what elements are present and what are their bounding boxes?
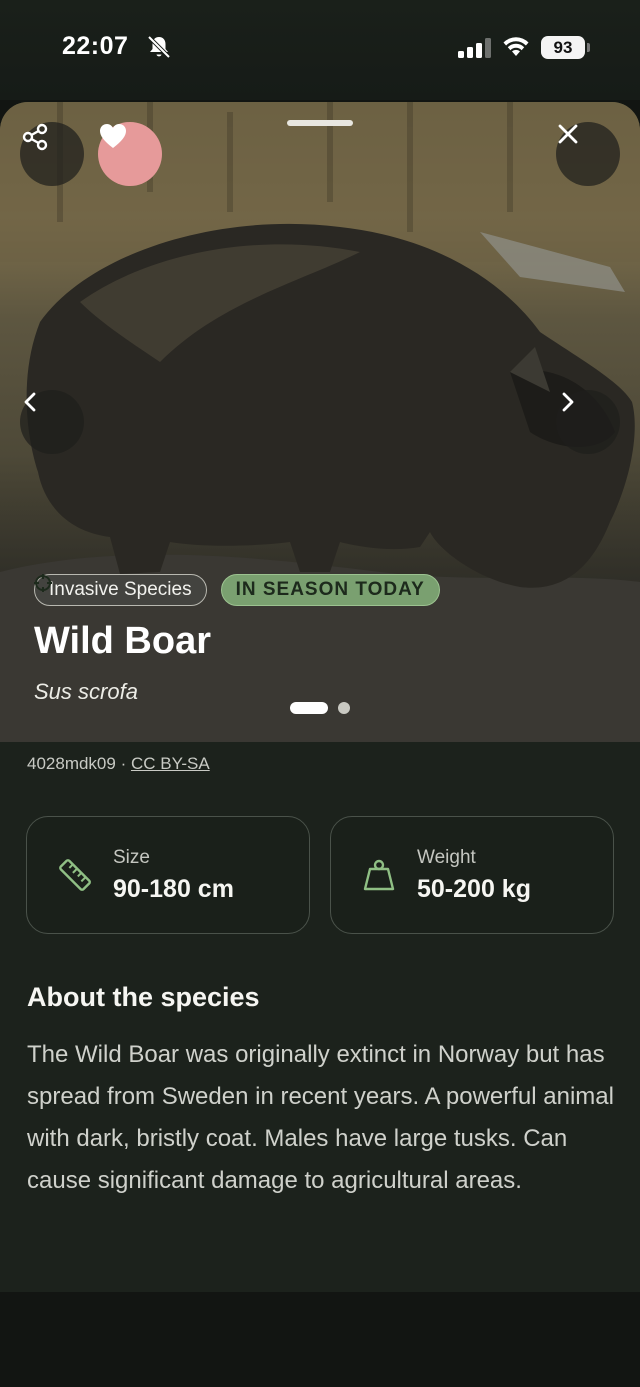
status-bar: 22:07 93 bbox=[0, 0, 640, 100]
weight-value: 50-200 kg bbox=[417, 875, 531, 903]
pagination-dot[interactable] bbox=[338, 702, 350, 714]
pagination-dot-active[interactable] bbox=[290, 702, 328, 714]
invasive-tag-label: Invasive Species bbox=[49, 579, 192, 600]
in-season-tag: IN SEASON TODAY bbox=[34, 574, 440, 606]
hero-image[interactable]: Invasive Species IN SEASON TODAY Wild Bo… bbox=[0, 102, 640, 742]
latin-name: Sus scrofa bbox=[34, 679, 138, 704]
battery-icon: 93 bbox=[541, 36, 585, 59]
share-button[interactable] bbox=[20, 122, 84, 186]
previous-image-button[interactable] bbox=[20, 390, 84, 454]
crosshair-icon bbox=[34, 574, 52, 592]
drag-handle[interactable] bbox=[287, 120, 353, 126]
weight-icon bbox=[363, 859, 395, 891]
bell-off-icon bbox=[147, 35, 171, 59]
wifi-icon bbox=[503, 37, 529, 56]
size-label: Size bbox=[113, 847, 150, 868]
size-value: 90-180 cm bbox=[113, 875, 234, 903]
weight-card: Weight 50-200 kg bbox=[330, 816, 614, 934]
chevron-right-icon bbox=[562, 392, 574, 412]
credit-author: 4028mdk09 · bbox=[27, 754, 127, 773]
license-link[interactable]: CC BY-SA bbox=[131, 754, 210, 773]
invasive-species-tag: Invasive Species bbox=[34, 574, 207, 606]
status-time: 22:07 bbox=[62, 32, 129, 60]
species-sheet: Invasive Species IN SEASON TODAY Wild Bo… bbox=[0, 102, 640, 1292]
size-card: Size 90-180 cm bbox=[26, 816, 310, 934]
image-pagination[interactable] bbox=[290, 702, 350, 714]
signal-icon bbox=[458, 38, 491, 58]
heart-icon bbox=[100, 124, 126, 148]
close-icon bbox=[558, 124, 578, 144]
close-button[interactable] bbox=[556, 122, 620, 186]
favorite-button[interactable] bbox=[98, 122, 162, 186]
species-name: Wild Boar bbox=[34, 620, 211, 662]
next-image-button[interactable] bbox=[556, 390, 620, 454]
share-icon bbox=[22, 123, 48, 151]
season-tag-label: IN SEASON TODAY bbox=[235, 579, 425, 600]
battery-tip bbox=[587, 43, 590, 52]
ruler-icon bbox=[59, 859, 91, 891]
about-text: The Wild Boar was originally extinct in … bbox=[27, 1041, 614, 1194]
about-title: About the species bbox=[27, 982, 260, 1012]
bottom-band bbox=[0, 1292, 640, 1387]
chevron-left-icon bbox=[24, 392, 36, 412]
species-tags: Invasive Species IN SEASON TODAY bbox=[34, 574, 440, 606]
weight-label: Weight bbox=[417, 847, 476, 868]
photo-credit: 4028mdk09 · CC BY-SA bbox=[27, 754, 210, 774]
